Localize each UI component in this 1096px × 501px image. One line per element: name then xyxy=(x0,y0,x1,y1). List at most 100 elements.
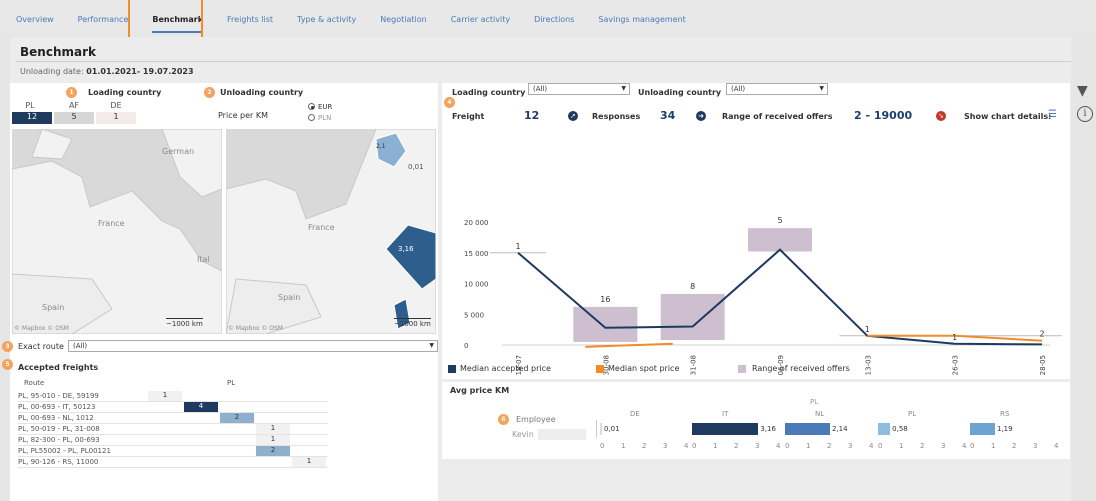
range-count-label: 16 xyxy=(600,295,610,304)
country-code-de: DE xyxy=(110,101,122,110)
route-count-cell[interactable]: 2 xyxy=(256,446,290,456)
y-tick-label: 20 000 xyxy=(464,219,489,227)
map2-label-france: France xyxy=(308,223,335,232)
data-label: 1 xyxy=(515,242,520,251)
right-loading-country-select[interactable]: (All) ▼ xyxy=(528,83,630,95)
tab-performance[interactable]: Performance xyxy=(78,15,129,33)
step-badge-2: 2 xyxy=(204,87,215,98)
route-row-divider xyxy=(18,412,328,413)
right-unloading-country-select[interactable]: (All) ▼ xyxy=(726,83,828,95)
avg-axis-tick: 4 xyxy=(962,442,967,450)
map1-label-spain: Spain xyxy=(42,303,65,312)
range-box xyxy=(748,228,812,252)
route-count-cell[interactable]: 2 xyxy=(220,413,254,423)
avg-price-bar[interactable] xyxy=(600,423,602,435)
avg-axis-tick: 1 xyxy=(806,442,811,450)
route-count-cell[interactable]: 4 xyxy=(184,402,218,412)
avg-price-bar[interactable] xyxy=(692,423,759,435)
step-badge-1: 1 xyxy=(66,87,77,98)
benchmark-line-chart: 20 00015 00010 0005 00001685111 218-07 30-… xyxy=(464,216,1062,375)
route-column-pl: PL xyxy=(227,379,236,387)
x-tick-label: 28-05 xyxy=(1039,355,1047,375)
filter-icon[interactable]: ▼ xyxy=(1077,83,1088,99)
route-name[interactable]: PL, PL55002 - PL, PL00121 xyxy=(18,447,111,455)
map2-value-it: 3,16 xyxy=(398,245,414,253)
right-unloading-value: (All) xyxy=(731,85,746,93)
currency-eur-radio[interactable]: EUR xyxy=(308,103,332,111)
tab-savings-management[interactable]: Savings management xyxy=(598,15,685,33)
route-name[interactable]: PL, 00-693 - NL, 1012 xyxy=(18,414,94,422)
avg-axis-tick: 4 xyxy=(684,442,689,450)
route-name[interactable]: PL, 90-126 - RS, 11000 xyxy=(18,458,98,466)
employee-name-blur xyxy=(538,429,586,440)
currency-pln-radio[interactable]: PLN xyxy=(308,114,331,122)
avg-axis-tick: 2 xyxy=(642,442,647,450)
avg-group-label: DE xyxy=(630,410,640,418)
step-badge-3: 3 xyxy=(2,341,13,352)
route-count-cell[interactable]: 1 xyxy=(256,424,290,434)
avg-axis-tick: 0 xyxy=(785,442,790,450)
map1-label-italy: Ital xyxy=(197,255,210,264)
right-loading-value: (All) xyxy=(533,85,548,93)
route-count-cell[interactable]: 1 xyxy=(292,457,326,467)
country-count-pl[interactable]: 12 xyxy=(12,112,52,124)
avg-axis-tick: 2 xyxy=(827,442,832,450)
avg-group-label: RS xyxy=(1000,410,1010,418)
avg-price-bar[interactable] xyxy=(785,423,830,435)
unloading-date-value: 01.01.2021- 19.07.2023 xyxy=(86,67,194,76)
page-title: Benchmark xyxy=(20,45,96,59)
avg-price-value: 1,19 xyxy=(996,425,1013,433)
loading-country-map[interactable]: German France Ital Spain © Mapbox © OSM … xyxy=(12,129,222,334)
range-box xyxy=(660,293,725,341)
exact-route-value: (All) xyxy=(73,342,88,350)
legend-spot-label: Median spot price xyxy=(608,364,680,373)
country-count-af[interactable]: 5 xyxy=(54,112,94,124)
tab-negotiation[interactable]: Negotiation xyxy=(380,15,426,33)
currency-pln-label: PLN xyxy=(318,114,332,122)
range-box xyxy=(573,306,638,342)
avg-price-bar[interactable] xyxy=(878,423,891,435)
exact-route-select[interactable]: (All) ▼ xyxy=(68,340,438,352)
route-row-divider xyxy=(18,401,328,402)
avg-axis-tick: 4 xyxy=(869,442,874,450)
route-name[interactable]: PL, 82-300 - PL, 00-693 xyxy=(18,436,100,444)
tab-directions[interactable]: Directions xyxy=(534,15,574,33)
avg-price-value: 2,14 xyxy=(831,425,848,433)
route-header: Route xyxy=(24,379,45,387)
title-divider xyxy=(16,61,1071,62)
unloading-country-map[interactable]: France Spain 2,1 0,01 3,16 © Mapbox © OS… xyxy=(226,129,436,334)
avg-top-label: PL xyxy=(810,398,819,406)
unloading-country-title: Unloading country xyxy=(220,88,304,97)
avg-employee-divider xyxy=(596,420,597,438)
x-tick-label: 26-03 xyxy=(952,355,960,375)
right-loading-country-label: Loading country xyxy=(452,88,526,97)
data-label: 2 xyxy=(1039,330,1044,339)
tab-type-activity[interactable]: Type & activity xyxy=(297,15,356,33)
route-count-cell[interactable]: 1 xyxy=(148,391,182,401)
y-tick-label: 0 xyxy=(464,342,468,350)
country-code-af: AF xyxy=(68,101,80,110)
avg-axis-tick: 3 xyxy=(848,442,853,450)
country-code-pl: PL xyxy=(25,101,35,110)
tab-overview[interactable]: Overview xyxy=(16,15,54,33)
map1-label-germany: German xyxy=(162,147,195,156)
route-name[interactable]: PL, 95-010 - DE, 59199 xyxy=(18,392,99,400)
avg-price-bar[interactable] xyxy=(970,423,995,435)
avg-axis-tick: 1 xyxy=(713,442,718,450)
avg-axis-tick: 3 xyxy=(941,442,946,450)
range-count-label: 8 xyxy=(690,282,695,291)
chevron-down-icon: ▼ xyxy=(819,85,824,92)
map1-scale: ~1000 km xyxy=(166,318,203,328)
avg-axis-tick: 1 xyxy=(899,442,904,450)
info-icon[interactable]: i xyxy=(1077,106,1093,122)
route-name[interactable]: PL, 00-693 - IT, 50123 xyxy=(18,403,95,411)
tab-freights-list[interactable]: Freights list xyxy=(227,15,273,33)
map1-label-france: France xyxy=(98,219,125,228)
route-name[interactable]: PL, 50-019 - PL, 31-008 xyxy=(18,425,100,433)
route-count-cell[interactable]: 1 xyxy=(256,435,290,445)
y-tick-label: 5 000 xyxy=(464,311,484,319)
avg-axis-tick: 3 xyxy=(1033,442,1038,450)
tab-carrier-activity[interactable]: Carrier activity xyxy=(451,15,510,33)
x-tick-label: 13-03 xyxy=(864,355,872,375)
country-count-de[interactable]: 1 xyxy=(96,112,136,124)
